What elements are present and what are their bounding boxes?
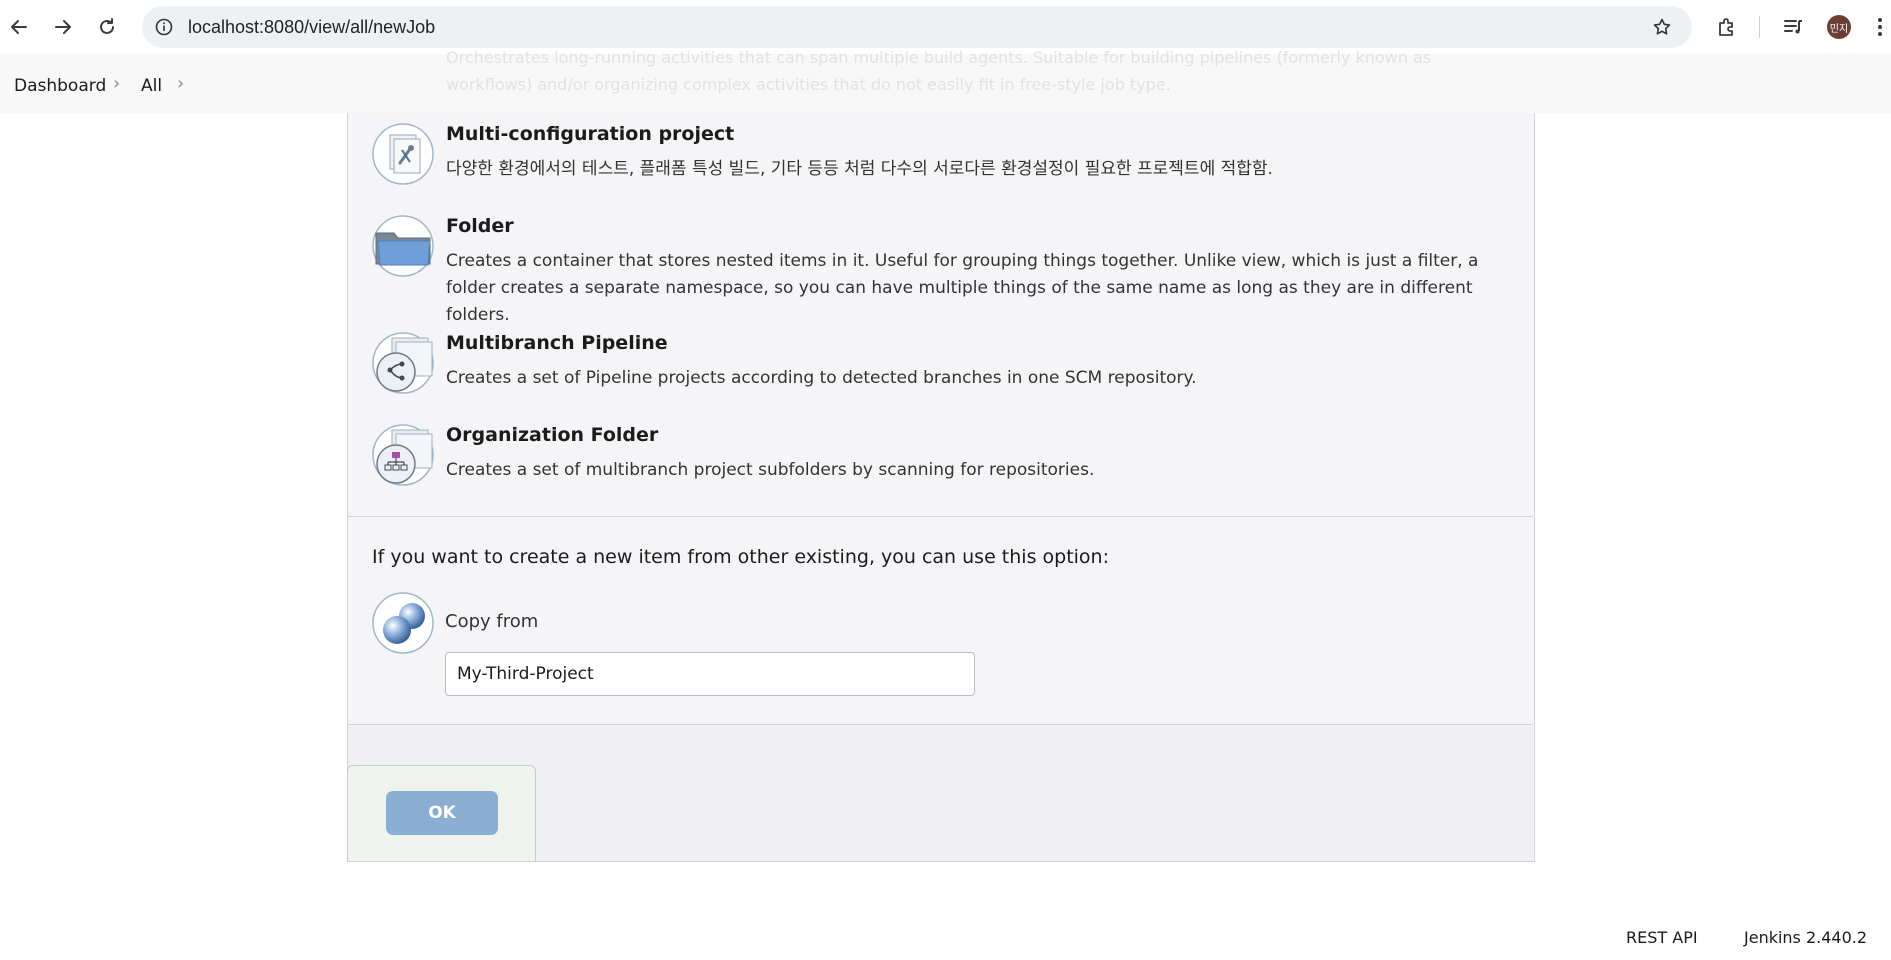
item-title: Multi-configuration project: [446, 123, 735, 145]
item-multi-configuration-project[interactable]: Multi-configuration project 다양한 환경에서의 테스…: [372, 123, 1512, 193]
media-control-icon[interactable]: [1778, 12, 1808, 42]
organization-folder-icon: [372, 424, 434, 486]
item-folder[interactable]: Folder Creates a container that stores n…: [372, 215, 1512, 325]
pipeline-description-faded: Orchestrates long-running activities tha…: [446, 48, 1432, 94]
copy-from-lead-text: If you want to create a new item from ot…: [372, 546, 1110, 568]
multi-config-icon: [372, 123, 434, 185]
breadcrumb-chevron-icon[interactable]: ›: [177, 73, 184, 94]
url-text[interactable]: localhost:8080/view/all/newJob: [188, 17, 435, 38]
multibranch-pipeline-icon: [372, 332, 434, 394]
bookmark-star-icon[interactable]: [1648, 13, 1676, 41]
item-organization-folder[interactable]: Organization Folder Creates a set of mul…: [372, 424, 1512, 494]
item-title: Folder: [446, 215, 514, 237]
address-bar[interactable]: localhost:8080/view/all/newJob: [142, 6, 1692, 48]
profile-avatar[interactable]: 민지: [1827, 15, 1851, 39]
copy-from-input[interactable]: [445, 652, 975, 696]
ok-button-container: OK: [347, 765, 536, 861]
copy-from-spheres-icon: [372, 592, 434, 654]
copy-from-label: Copy from: [445, 611, 539, 632]
item-description: Creates a set of multibranch project sub…: [446, 460, 1095, 480]
back-arrow-icon[interactable]: [4, 12, 34, 42]
ok-button[interactable]: OK: [386, 791, 498, 835]
reload-icon[interactable]: [92, 12, 122, 42]
item-description: Creates a set of Pipeline projects accor…: [446, 368, 1197, 388]
item-title: Multibranch Pipeline: [446, 332, 668, 354]
browser-menu-kebab-icon[interactable]: [1870, 12, 1890, 42]
extensions-puzzle-icon[interactable]: [1712, 12, 1742, 42]
forward-arrow-icon[interactable]: [48, 12, 78, 42]
breadcrumb-dashboard[interactable]: Dashboard: [14, 76, 106, 96]
item-multibranch-pipeline[interactable]: Multibranch Pipeline Creates a set of Pi…: [372, 332, 1512, 402]
jenkins-version-link[interactable]: Jenkins 2.440.2: [1744, 928, 1867, 947]
breadcrumb-all[interactable]: All: [141, 76, 162, 96]
item-description: Creates a container that stores nested i…: [446, 251, 1479, 325]
site-info-icon[interactable]: [150, 13, 178, 41]
rest-api-link[interactable]: REST API: [1626, 928, 1698, 947]
section-divider: [347, 516, 1533, 517]
item-title: Organization Folder: [446, 424, 659, 446]
item-description: 다양한 환경에서의 테스트, 플래폼 특성 빌드, 기타 등등 처럼 다수의 서…: [446, 159, 1273, 179]
folder-icon: [372, 215, 434, 277]
toolbar-divider: [1759, 16, 1760, 38]
breadcrumb-chevron-icon: ›: [113, 73, 121, 94]
